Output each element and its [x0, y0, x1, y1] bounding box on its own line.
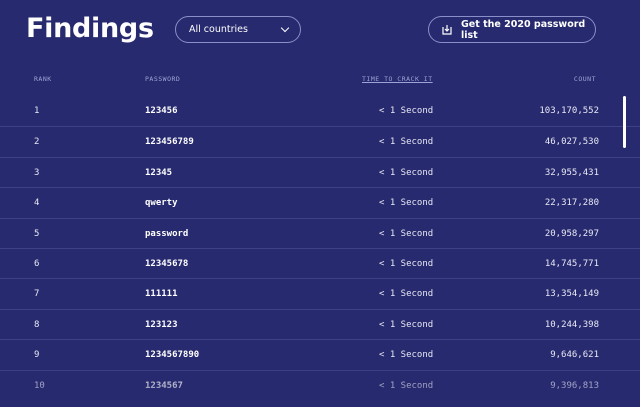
rank-cell: 3 [34, 167, 40, 178]
table-row: 7 111111 < 1 Second 13,354,149 [0, 278, 640, 308]
password-cell: 123123 [145, 319, 178, 330]
password-cell: 12345 [145, 167, 173, 178]
get-password-list-label: Get the 2020 password list [461, 18, 586, 41]
page-header: Findings All countries Get the 2020 pass… [0, 0, 640, 60]
table-row: 2 123456789 < 1 Second 46,027,530 [0, 126, 640, 156]
count-cell: 9,396,813 [550, 380, 599, 391]
rank-cell: 2 [34, 137, 40, 148]
column-header-count: COUNT [573, 75, 596, 83]
passwords-table: RANK PASSWORD TIME TO CRACK IT COUNT 1 12… [0, 62, 640, 400]
time-cell: < 1 Second [379, 137, 434, 148]
table-row: 6 12345678 < 1 Second 14,745,771 [0, 247, 640, 278]
rank-cell: 9 [34, 350, 40, 361]
table-row: 3 12345 < 1 Second 32,955,431 [0, 156, 640, 187]
count-cell: 20,958,297 [544, 228, 599, 239]
rank-cell: 8 [34, 319, 40, 330]
count-cell: 22,317,280 [544, 198, 599, 209]
count-cell: 14,745,771 [544, 258, 599, 269]
rank-cell: 4 [34, 198, 40, 209]
time-cell: < 1 Second [379, 289, 434, 300]
count-cell: 10,244,398 [544, 319, 599, 330]
count-cell: 13,354,149 [544, 289, 599, 300]
column-header-rank: RANK [34, 75, 52, 83]
time-cell: < 1 Second [379, 258, 434, 269]
rank-cell: 5 [34, 228, 40, 239]
table-row: 1 123456 < 1 Second 103,170,552 [0, 96, 640, 126]
password-cell: 111111 [145, 289, 178, 300]
password-cell: 1234567 [145, 380, 183, 391]
time-cell: < 1 Second [379, 106, 434, 116]
table-row: 8 123123 < 1 Second 10,244,398 [0, 308, 640, 339]
rank-cell: 1 [34, 106, 40, 116]
rank-cell: 7 [34, 289, 40, 300]
download-icon [442, 24, 452, 35]
time-cell: < 1 Second [379, 350, 434, 361]
column-header-password: PASSWORD [145, 75, 181, 83]
time-cell: < 1 Second [379, 380, 434, 391]
count-cell: 103,170,552 [539, 106, 599, 116]
password-cell: 12345678 [145, 258, 189, 269]
table-header: RANK PASSWORD TIME TO CRACK IT COUNT [0, 62, 640, 96]
page-title: Findings [26, 13, 154, 44]
get-password-list-button[interactable]: Get the 2020 password list [428, 16, 596, 43]
rank-cell: 10 [34, 380, 45, 391]
time-cell: < 1 Second [379, 198, 434, 209]
country-select[interactable]: All countries [175, 16, 301, 43]
count-cell: 32,955,431 [544, 167, 599, 178]
password-cell: 1234567890 [145, 350, 200, 361]
rank-cell: 6 [34, 258, 40, 269]
table-body: 1 123456 < 1 Second 103,170,552 2 123456789 < … [0, 96, 640, 400]
time-cell: < 1 Second [379, 228, 434, 239]
chevron-down-icon [280, 23, 290, 33]
password-cell: 123456 [145, 106, 178, 116]
time-cell: < 1 Second [379, 167, 434, 178]
table-row: 5 password < 1 Second 20,958,297 [0, 217, 640, 248]
password-cell: 123456789 [145, 137, 194, 148]
count-cell: 46,027,530 [544, 137, 599, 148]
password-cell: qwerty [145, 198, 178, 209]
password-cell: password [145, 228, 189, 239]
count-cell: 9,646,621 [550, 350, 599, 361]
time-cell: < 1 Second [379, 319, 434, 330]
column-header-time[interactable]: TIME TO CRACK IT [362, 75, 433, 83]
country-select-value: All countries [189, 24, 248, 35]
table-row: 9 1234567890 < 1 Second 9,646,621 [0, 339, 640, 369]
table-row: 10 1234567 < 1 Second 9,396,813 [0, 369, 640, 400]
table-row: 4 qwerty < 1 Second 22,317,280 [0, 187, 640, 217]
scrollbar-thumb[interactable] [623, 96, 626, 148]
